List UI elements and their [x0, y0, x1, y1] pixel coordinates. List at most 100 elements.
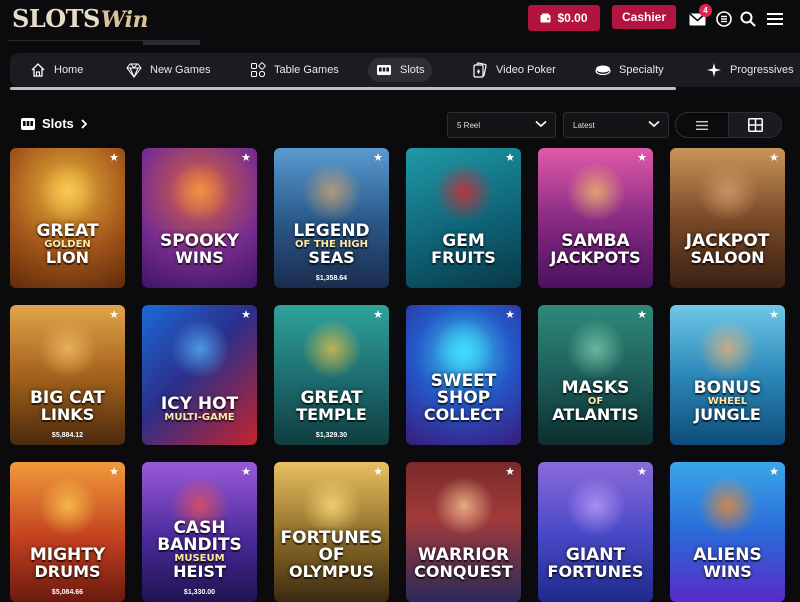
game-tile[interactable]: ★ MIGHTY DRUMS $5,084.66 — [10, 462, 125, 602]
favorite-star-icon[interactable]: ★ — [505, 151, 515, 164]
chevron-right-icon — [81, 118, 88, 129]
nav-item-progressives[interactable]: Progressives — [698, 58, 800, 82]
game-title-line: CASH BANDITS — [157, 518, 242, 555]
game-artwork — [406, 462, 521, 602]
game-tile[interactable]: ★ ALIENS WINS — [670, 462, 785, 602]
sort-select[interactable]: Latest — [563, 112, 669, 138]
game-title-line: SALOON — [690, 248, 765, 267]
game-artwork-figure — [38, 319, 98, 379]
view-toggle — [675, 112, 782, 138]
game-tile[interactable]: ★ FORTUNES OF OLYMPUS — [274, 462, 389, 602]
favorite-star-icon[interactable]: ★ — [373, 151, 383, 164]
game-tile[interactable]: ★ GREAT GOLDEN LION — [10, 148, 125, 288]
game-artwork — [670, 462, 785, 602]
game-title-line: BONUS — [693, 378, 762, 398]
section-header[interactable]: Slots — [20, 116, 88, 131]
favorite-star-icon[interactable]: ★ — [373, 465, 383, 478]
reel-filter-select[interactable]: 5 Reel — [447, 112, 556, 138]
game-artwork-figure — [434, 476, 494, 536]
chevron-down-icon — [648, 120, 660, 128]
game-tile[interactable]: ★ GIANT FORTUNES — [538, 462, 653, 602]
game-artwork-figure — [698, 319, 758, 379]
game-tile[interactable]: ★ SWEET SHOP COLLECT — [406, 305, 521, 445]
game-tile[interactable]: ★ SAMBA JACKPOTS — [538, 148, 653, 288]
favorite-star-icon[interactable]: ★ — [637, 308, 647, 321]
game-title: LEGEND OF THE HIGH SEAS — [274, 223, 389, 266]
jackpot-amount: $1,330.00 — [183, 589, 216, 596]
game-title: ALIENS WINS — [670, 547, 785, 580]
game-title-line: COLLECT — [423, 405, 504, 424]
game-artwork — [670, 305, 785, 445]
game-artwork-figure — [434, 319, 494, 379]
favorite-star-icon[interactable]: ★ — [241, 151, 251, 164]
game-title: GIANT FORTUNES — [538, 547, 653, 580]
game-title-line: MASKS — [561, 378, 630, 398]
game-artwork — [10, 305, 125, 445]
game-tile[interactable]: ★ GREAT TEMPLE $1,329.30 — [274, 305, 389, 445]
top-bar: SLOTSWin $0.00 Cashier 4 — [0, 0, 800, 45]
divider — [143, 40, 200, 45]
favorite-star-icon[interactable]: ★ — [505, 465, 515, 478]
nav-item-slots[interactable]: Slots — [368, 58, 433, 82]
cashier-button[interactable]: Cashier — [612, 5, 676, 29]
nav-scrollbar[interactable] — [10, 87, 676, 90]
favorite-star-icon[interactable]: ★ — [637, 465, 647, 478]
nav-item-table-games[interactable]: Table Games — [242, 58, 347, 82]
list-view-icon — [696, 120, 708, 130]
game-title-line: JUNGLE — [694, 405, 761, 424]
game-tile[interactable]: ★ BONUS WHEEL JUNGLE — [670, 305, 785, 445]
game-artwork — [274, 305, 389, 445]
game-title-line: LEGEND — [293, 221, 370, 241]
search-icon[interactable] — [739, 10, 757, 28]
favorite-star-icon[interactable]: ★ — [769, 308, 779, 321]
game-tile[interactable]: ★ BIG CAT LINKS $5,884.12 — [10, 305, 125, 445]
game-tile[interactable]: ★ JACKPOT SALOON — [670, 148, 785, 288]
favorite-star-icon[interactable]: ★ — [373, 308, 383, 321]
game-tile[interactable]: ★ WARRIOR CONQUEST — [406, 462, 521, 602]
game-tile[interactable]: ★ SPOOKY WINS — [142, 148, 257, 288]
game-artwork-figure — [566, 319, 626, 379]
grid-view-button[interactable] — [728, 113, 781, 137]
game-title-line: TEMPLE — [296, 405, 367, 424]
nav-item-video-poker[interactable]: Video Poker — [464, 58, 564, 82]
game-tile[interactable]: ★ MASKS OF ATLANTIS — [538, 305, 653, 445]
favorite-star-icon[interactable]: ★ — [109, 465, 119, 478]
balance-button[interactable]: $0.00 — [528, 5, 600, 31]
favorite-star-icon[interactable]: ★ — [109, 151, 119, 164]
game-tile[interactable]: ★ ICY HOT MULTI-GAME — [142, 305, 257, 445]
grid-view-icon — [747, 118, 763, 132]
game-title: BONUS WHEEL JUNGLE — [670, 380, 785, 423]
game-artwork-figure — [698, 162, 758, 222]
jackpot-amount: $1,358.64 — [315, 275, 348, 282]
game-artwork-figure — [566, 476, 626, 536]
favorite-star-icon[interactable]: ★ — [769, 151, 779, 164]
game-title: GEM FRUITS — [406, 233, 521, 266]
game-title-line: ATLANTIS — [552, 405, 639, 424]
game-title-line: LINKS — [40, 405, 95, 424]
favorite-star-icon[interactable]: ★ — [505, 308, 515, 321]
list-view-button[interactable] — [676, 113, 728, 137]
game-tile[interactable]: ★ CASH BANDITS MUSEUM HEIST $1,330.00 — [142, 462, 257, 602]
game-artwork — [10, 462, 125, 602]
favorite-star-icon[interactable]: ★ — [241, 308, 251, 321]
nav-item-specialty[interactable]: Specialty — [587, 58, 672, 82]
list-icon[interactable] — [715, 10, 733, 28]
favorite-star-icon[interactable]: ★ — [241, 465, 251, 478]
game-title: JACKPOT SALOON — [670, 233, 785, 266]
jackpot-amount: $1,329.30 — [315, 432, 348, 439]
balance-amount: $0.00 — [557, 11, 588, 25]
favorite-star-icon[interactable]: ★ — [637, 151, 647, 164]
favorite-star-icon[interactable]: ★ — [109, 308, 119, 321]
game-title: SAMBA JACKPOTS — [538, 233, 653, 266]
nav-item-new-games[interactable]: New Games — [118, 58, 219, 82]
game-title-line: MULTI-GAME — [164, 412, 235, 423]
game-artwork-figure — [170, 162, 230, 222]
game-title-line: DRUMS — [34, 562, 101, 581]
logo[interactable]: SLOTSWin — [12, 4, 149, 33]
nav-item-home[interactable]: Home — [22, 58, 91, 82]
game-title-line: WINS — [703, 562, 752, 581]
favorite-star-icon[interactable]: ★ — [769, 465, 779, 478]
game-tile[interactable]: ★ GEM FRUITS — [406, 148, 521, 288]
menu-icon[interactable] — [766, 10, 784, 28]
game-tile[interactable]: ★ LEGEND OF THE HIGH SEAS $1,358.64 — [274, 148, 389, 288]
